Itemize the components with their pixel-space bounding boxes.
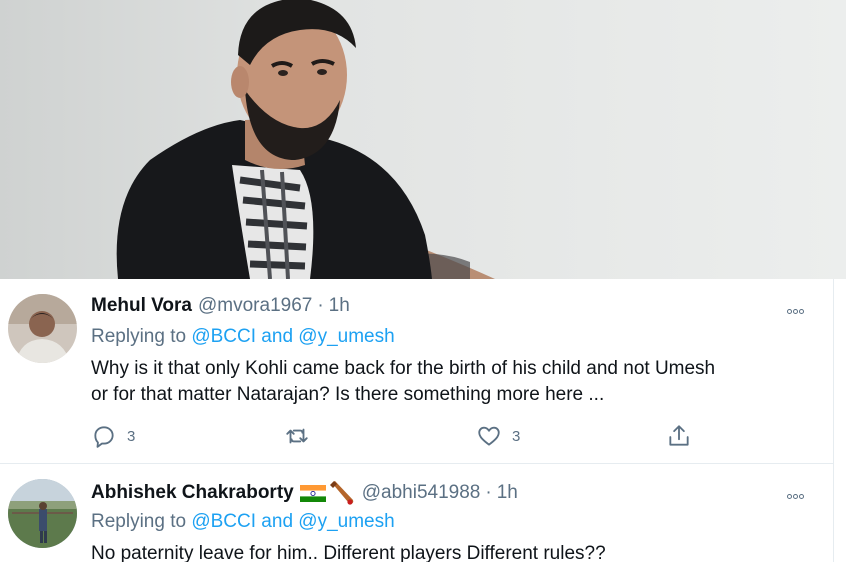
retweet-icon — [286, 428, 308, 444]
tweet-photo[interactable] — [0, 0, 846, 279]
user-handle[interactable]: @abhi541988 — [362, 482, 481, 504]
replying-to-label: Replying to — [91, 326, 187, 347]
tweet[interactable]: Abhishek Chakraborty @abhi541988 · 1h Re… — [0, 464, 833, 562]
tweet[interactable]: Mehul Vora @mvora1967 · 1h Replying to @… — [0, 279, 833, 464]
reply-button[interactable]: 3 — [91, 423, 135, 449]
reply-mentions[interactable]: @BCCI and @y_umesh — [191, 511, 394, 532]
tweet-text: No paternity leave for him.. Different p… — [91, 541, 811, 562]
like-count: 3 — [512, 427, 521, 445]
share-icon — [669, 425, 689, 446]
heart-icon — [478, 426, 500, 446]
india-flag-icon — [299, 484, 326, 502]
column-divider — [833, 279, 834, 562]
user-name[interactable]: Mehul Vora — [91, 295, 192, 317]
avatar[interactable] — [8, 479, 77, 548]
more-options-icon[interactable] — [787, 301, 811, 314]
retweet-button[interactable] — [284, 423, 320, 449]
separator: · — [485, 482, 492, 503]
user-name[interactable]: Abhishek Chakraborty — [91, 482, 294, 504]
reply-mentions[interactable]: @BCCI and @y_umesh — [191, 326, 394, 347]
tweet-header: Mehul Vora @mvora1967 · 1h — [91, 295, 350, 317]
user-handle[interactable]: @mvora1967 — [198, 295, 312, 317]
reply-icon — [94, 426, 114, 448]
tweet-text-line: No paternity leave for him.. Different p… — [91, 543, 606, 562]
reply-count: 3 — [127, 427, 136, 445]
page-edge — [846, 0, 852, 562]
replying-to-label: Replying to — [91, 511, 187, 532]
tweet-text-line: or for that matter Natarajan? Is there s… — [91, 384, 605, 405]
timestamp[interactable]: 1h — [329, 295, 350, 317]
like-button[interactable]: 3 — [476, 423, 520, 449]
share-button[interactable] — [666, 423, 692, 449]
cricket-bat-icon — [328, 480, 356, 506]
tweet-text: Why is it that only Kohli came back for … — [91, 356, 811, 405]
tweet-header: Abhishek Chakraborty @abhi541988 · 1h — [91, 480, 518, 506]
portrait-photo — [0, 0, 846, 279]
avatar[interactable] — [8, 294, 77, 363]
more-options-icon[interactable] — [787, 486, 811, 499]
replying-to: Replying to @BCCI and @y_umesh — [91, 326, 395, 348]
tweet-text-line: Why is it that only Kohli came back for … — [91, 358, 716, 379]
separator: · — [317, 295, 324, 316]
replying-to: Replying to @BCCI and @y_umesh — [91, 511, 395, 533]
timestamp[interactable]: 1h — [497, 482, 518, 504]
tweet-actions: 3 3 — [91, 423, 701, 449]
